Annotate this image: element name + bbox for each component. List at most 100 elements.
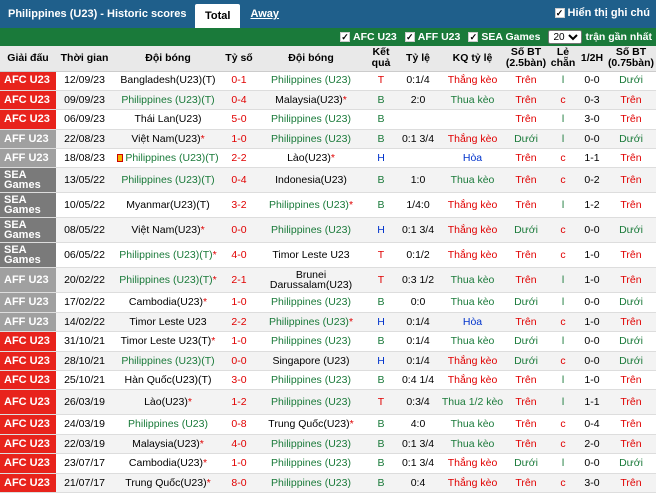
home-team-cell[interactable]: Myanmar(U23)(T) bbox=[113, 192, 223, 219]
score-cell[interactable]: 2-2 bbox=[223, 148, 255, 169]
odds-result-cell: Thua kèo bbox=[441, 331, 504, 352]
league-cell[interactable]: AFF U23 bbox=[0, 129, 56, 150]
away-team-cell[interactable]: Philippines (U23)* bbox=[255, 192, 367, 219]
away-team-cell[interactable]: Philippines (U23) bbox=[255, 331, 367, 352]
away-team-cell[interactable]: Timor Leste U23 bbox=[255, 242, 367, 269]
away-team-cell[interactable]: Philippines (U23) bbox=[255, 292, 367, 313]
away-team-cell[interactable]: Philippines (U23) bbox=[255, 370, 367, 391]
score-cell[interactable]: 1-0 bbox=[223, 292, 255, 313]
away-team-cell[interactable]: Philippines (U23) bbox=[255, 71, 367, 91]
league-cell[interactable]: AFC U23 bbox=[0, 434, 56, 455]
home-team-cell[interactable]: Thái Lan(U23) bbox=[113, 109, 223, 130]
league-cell[interactable]: AFF U23 bbox=[0, 148, 56, 169]
home-team-cell[interactable]: Philippines (U23)(T) bbox=[113, 167, 223, 194]
score-cell[interactable]: 2-2 bbox=[223, 312, 255, 333]
score-cell[interactable]: 0-0 bbox=[223, 351, 255, 372]
score-cell[interactable]: 0-4 bbox=[223, 90, 255, 111]
checkbox-icon[interactable]: ✓ bbox=[404, 32, 415, 42]
home-team-cell[interactable]: Philippines (U23)(T)* bbox=[113, 267, 223, 294]
score-cell[interactable]: 1-0 bbox=[223, 453, 255, 474]
score-cell[interactable]: 0-8 bbox=[223, 414, 255, 435]
home-team-cell[interactable]: Việt Nam(U23)* bbox=[113, 217, 223, 244]
home-team-cell[interactable]: Bangladesh(U23)(T) bbox=[113, 71, 223, 91]
score-cell[interactable]: 0-4 bbox=[223, 167, 255, 194]
league-cell[interactable]: AFC U23 bbox=[0, 453, 56, 474]
match-count-select[interactable]: 20 bbox=[548, 30, 583, 44]
league-cell[interactable]: AFF U23 bbox=[0, 312, 56, 333]
away-team-cell[interactable]: Philippines (U23) bbox=[255, 473, 367, 493]
odds-cell: 0:4 1/4 bbox=[395, 370, 441, 391]
score-cell[interactable]: 1-2 bbox=[223, 389, 255, 416]
score-cell[interactable]: 3-2 bbox=[223, 192, 255, 219]
away-team-cell[interactable]: Malaysia(U23)* bbox=[255, 90, 367, 111]
score-cell[interactable]: 4-0 bbox=[223, 242, 255, 269]
home-team-cell[interactable]: Philippines (U23)(T)* bbox=[113, 242, 223, 269]
home-team-cell[interactable]: Lào(U23)* bbox=[113, 389, 223, 416]
league-cell[interactable]: AFC U23 bbox=[0, 71, 56, 91]
league-cell[interactable]: AFC U23 bbox=[0, 473, 56, 493]
away-team-cell[interactable]: Brunei Darussalam(U23) bbox=[255, 267, 367, 294]
home-team-cell[interactable]: Hàn Quốc(U23)(T) bbox=[113, 370, 223, 391]
league-cell[interactable]: SEA Games bbox=[0, 217, 56, 244]
home-team-cell[interactable]: Cambodia(U23)* bbox=[113, 453, 223, 474]
score-cell[interactable]: 2-1 bbox=[223, 267, 255, 294]
league-cell[interactable]: AFC U23 bbox=[0, 109, 56, 130]
home-team-cell[interactable]: Philippines (U23) bbox=[113, 414, 223, 435]
filter-sea[interactable]: ✓ SEA Games bbox=[468, 31, 540, 43]
away-team-cell[interactable]: Philippines (U23) bbox=[255, 217, 367, 244]
home-team-cell[interactable]: Philippines (U23)(T) bbox=[113, 148, 223, 169]
league-cell[interactable]: AFF U23 bbox=[0, 292, 56, 313]
away-team-cell[interactable]: Philippines (U23) bbox=[255, 453, 367, 474]
tab-total[interactable]: Total bbox=[195, 4, 241, 28]
away-team-cell[interactable]: Philippines (U23)* bbox=[255, 312, 367, 333]
home-team-cell[interactable]: Timor Leste U23(T)* bbox=[113, 331, 223, 352]
half-score-cell: 1-0 bbox=[578, 267, 606, 294]
away-team-cell[interactable]: Philippines (U23) bbox=[255, 109, 367, 130]
league-cell[interactable]: AFC U23 bbox=[0, 90, 56, 111]
home-team-cell[interactable]: Malaysia(U23)* bbox=[113, 434, 223, 455]
league-cell[interactable]: AFC U23 bbox=[0, 389, 56, 416]
home-team-cell[interactable]: Timor Leste U23 bbox=[113, 312, 223, 333]
away-team-cell[interactable]: Philippines (U23) bbox=[255, 129, 367, 150]
home-team-cell[interactable]: Trung Quốc(U23)* bbox=[113, 473, 223, 493]
league-cell[interactable]: AFC U23 bbox=[0, 331, 56, 352]
away-team-cell[interactable]: Philippines (U23) bbox=[255, 434, 367, 455]
show-notes-toggle[interactable]: ✓ Hiển thị ghi chú bbox=[554, 7, 650, 19]
score-cell[interactable]: 4-0 bbox=[223, 434, 255, 455]
score-cell[interactable]: 0-1 bbox=[223, 71, 255, 91]
league-cell[interactable]: AFC U23 bbox=[0, 414, 56, 435]
home-team-cell[interactable]: Cambodia(U23)* bbox=[113, 292, 223, 313]
home-team-cell[interactable]: Việt Nam(U23)* bbox=[113, 129, 223, 150]
score-cell[interactable]: 1-0 bbox=[223, 331, 255, 352]
tab-away[interactable]: Away bbox=[240, 0, 289, 28]
checkbox-icon[interactable]: ✓ bbox=[554, 8, 565, 18]
score-cell[interactable]: 5-0 bbox=[223, 109, 255, 130]
home-team-cell[interactable]: Philippines (U23)(T) bbox=[113, 90, 223, 111]
away-team-cell[interactable]: Philippines (U23) bbox=[255, 389, 367, 416]
half-score-cell: 0-0 bbox=[578, 453, 606, 474]
odds-cell: 0:4 bbox=[395, 473, 441, 493]
checkbox-icon[interactable]: ✓ bbox=[468, 32, 479, 42]
away-team-cell[interactable]: Indonesia(U23) bbox=[255, 167, 367, 194]
away-team-cell[interactable]: Lào(U23)* bbox=[255, 148, 367, 169]
date-cell: 12/09/23 bbox=[56, 71, 113, 91]
over-under-075-cell: Dưới bbox=[606, 351, 656, 372]
away-team-cell[interactable]: Trung Quốc(U23)* bbox=[255, 414, 367, 435]
half-score-cell: 3-0 bbox=[578, 109, 606, 130]
table-row: SEA Games 08/05/22 Việt Nam(U23)* 0-0 Philip… bbox=[0, 217, 656, 244]
league-cell[interactable]: SEA Games bbox=[0, 167, 56, 194]
home-team-cell[interactable]: Philippines (U23)(T) bbox=[113, 351, 223, 372]
checkbox-icon[interactable]: ✓ bbox=[339, 32, 350, 42]
score-cell[interactable]: 1-0 bbox=[223, 129, 255, 150]
filter-aff[interactable]: ✓ AFF U23 bbox=[404, 31, 460, 43]
away-team-cell[interactable]: Singapore (U23) bbox=[255, 351, 367, 372]
league-cell[interactable]: AFF U23 bbox=[0, 267, 56, 294]
score-cell[interactable]: 0-0 bbox=[223, 217, 255, 244]
score-cell[interactable]: 8-0 bbox=[223, 473, 255, 493]
league-cell[interactable]: AFC U23 bbox=[0, 351, 56, 372]
league-cell[interactable]: SEA Games bbox=[0, 192, 56, 219]
league-cell[interactable]: AFC U23 bbox=[0, 370, 56, 391]
league-cell[interactable]: SEA Games bbox=[0, 242, 56, 269]
filter-afc[interactable]: ✓ AFC U23 bbox=[339, 31, 397, 43]
score-cell[interactable]: 3-0 bbox=[223, 370, 255, 391]
